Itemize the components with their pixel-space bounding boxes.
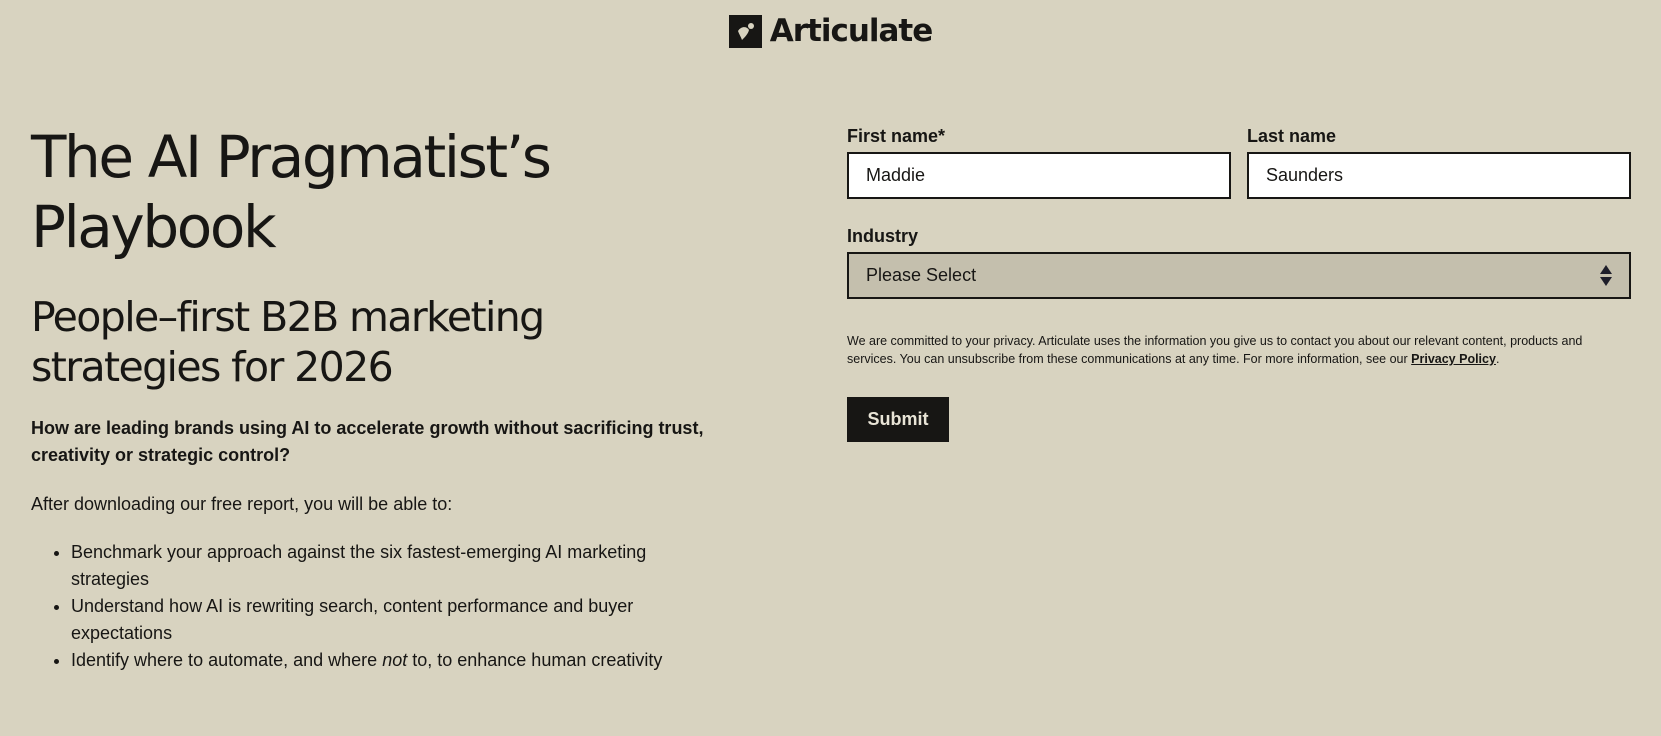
- list-item: Benchmark your approach against the six …: [71, 539, 711, 593]
- list-item: Understand how AI is rewriting search, c…: [71, 593, 711, 647]
- list-item: Identify where to automate, and where no…: [71, 647, 711, 674]
- hero-section: The AI Pragmatist’s Playbook People–firs…: [31, 122, 711, 674]
- page-subtitle: People–first B2B marketing strategies fo…: [31, 292, 711, 392]
- download-form: First name* Maddie Last name Saunders In…: [847, 124, 1631, 442]
- benefit-text-before: Identify where to automate, and where: [71, 650, 383, 670]
- select-arrows-icon: [1600, 265, 1612, 286]
- first-name-field[interactable]: Maddie: [847, 152, 1231, 199]
- articulate-logo-icon: [728, 14, 762, 48]
- privacy-policy-link[interactable]: Privacy Policy: [1411, 352, 1496, 366]
- first-name-label: First name*: [847, 126, 946, 146]
- last-name-label: Last name: [1247, 126, 1337, 146]
- last-name-group: Last name Saunders: [1247, 124, 1631, 199]
- industry-label: Industry: [847, 226, 919, 246]
- industry-select[interactable]: Please Select: [847, 252, 1631, 299]
- benefits-list: Benchmark your approach against the six …: [31, 539, 711, 674]
- first-name-group: First name* Maddie: [847, 124, 1231, 199]
- lead-question: How are leading brands using AI to accel…: [31, 418, 704, 465]
- privacy-notice: We are committed to your privacy. Articu…: [847, 332, 1631, 368]
- industry-group: Industry Please Select: [847, 224, 1631, 299]
- subtitle-line-1: People–first B2B marketing: [31, 293, 545, 341]
- industry-selected-value: Please Select: [866, 265, 977, 285]
- page-title: The AI Pragmatist’s Playbook: [31, 122, 711, 262]
- name-row: First name* Maddie Last name Saunders: [847, 124, 1631, 199]
- benefit-text-after: to, to enhance human creativity: [407, 650, 663, 670]
- brand-name: Articulate: [769, 13, 934, 49]
- benefit-emphasis: not: [382, 650, 408, 670]
- title-line-1: The AI Pragmatist’s: [31, 123, 552, 191]
- last-name-field[interactable]: Saunders: [1247, 152, 1631, 199]
- subtitle-line-2: strategies for 2026: [31, 343, 394, 391]
- privacy-end: .: [1495, 352, 1500, 366]
- brand-logo[interactable]: Articulate: [728, 13, 934, 49]
- submit-button[interactable]: Submit: [847, 397, 949, 442]
- title-line-2: Playbook: [31, 193, 277, 261]
- intro-text: After downloading our free report, you w…: [31, 494, 453, 514]
- site-header: Articulate: [0, 13, 1661, 49]
